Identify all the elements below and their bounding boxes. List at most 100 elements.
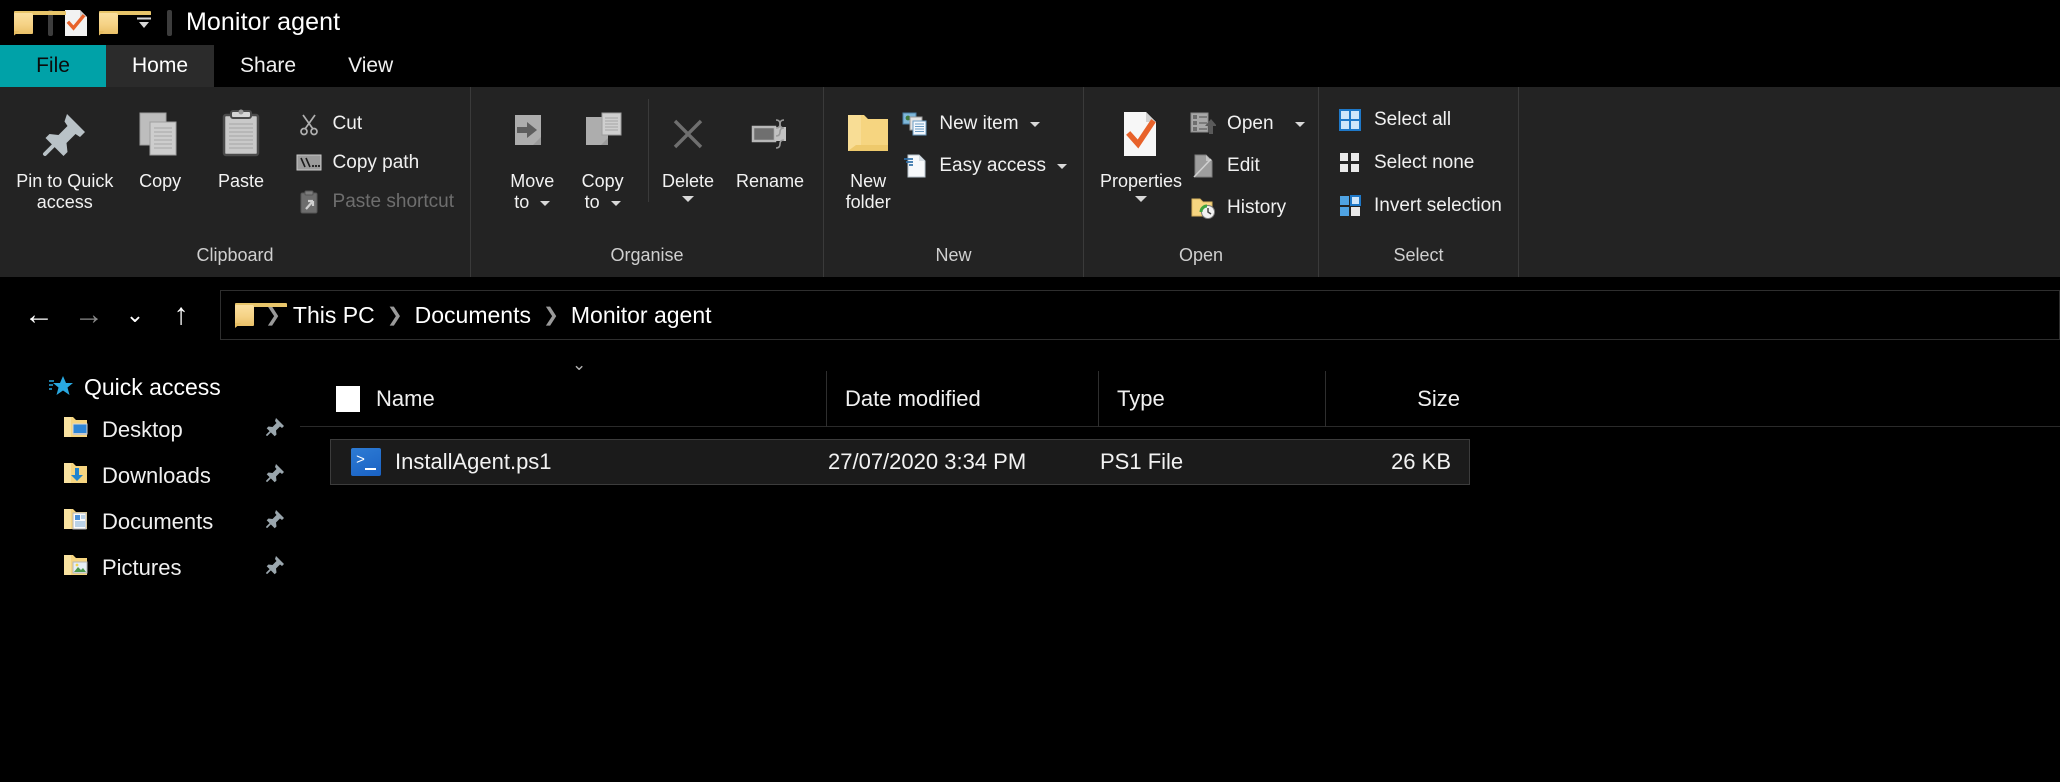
sidebar-item-quick-access[interactable]: Quick access [0, 367, 300, 407]
caret-down-icon [610, 200, 621, 206]
sidebar-item-pictures[interactable]: Pictures [0, 545, 300, 591]
breadcrumb-separator: ❯ [542, 304, 559, 326]
column-header-size[interactable]: Size [1326, 371, 1476, 427]
ribbon-group-label-clipboard: Clipboard [196, 245, 274, 265]
quick-access-folder-button[interactable] [8, 3, 66, 43]
pin-to-quick-access-button[interactable]: Pin to Quick access [10, 99, 120, 213]
properties-icon [65, 9, 87, 36]
cut-button[interactable]: Cut [290, 109, 460, 139]
ribbon-group-clipboard: Pin to Quick access Copy Paste Cut Copy … [0, 87, 470, 277]
select-none-label: Select none [1374, 152, 1475, 173]
file-name-label: InstallAgent.ps1 [395, 449, 552, 474]
title-bar: Monitor agent [0, 0, 2060, 45]
breadcrumb[interactable]: ❯ This PC ❯ Documents ❯ Monitor agent [220, 290, 2060, 340]
delete-button[interactable]: Delete [647, 99, 727, 202]
file-list-header: Name Date modified Type Size [300, 370, 2060, 427]
copy-path-icon [296, 150, 322, 176]
sidebar-item-label: Pictures [102, 555, 182, 580]
ribbon-tabstrip: File Home Share View [0, 45, 2060, 87]
edit-button[interactable]: Edit [1184, 151, 1310, 181]
edit-label: Edit [1227, 155, 1260, 176]
select-all-button[interactable]: Select all [1331, 105, 1508, 135]
folder-desktop-icon [62, 414, 90, 446]
tab-share[interactable]: Share [214, 45, 322, 87]
paste-shortcut-icon [296, 189, 322, 215]
open-button[interactable]: Open [1184, 109, 1310, 139]
ribbon-group-open: Properties Open Edit History Open [1083, 87, 1318, 277]
select-none-button[interactable]: Select none [1331, 148, 1508, 178]
column-header-name-label: Name [376, 385, 435, 411]
copy-path-button[interactable]: Copy path [290, 148, 460, 178]
new-item-icon [902, 111, 928, 137]
caret-down-icon [1029, 121, 1040, 127]
pin-icon[interactable] [264, 554, 286, 582]
move-to-button[interactable]: Move to [497, 99, 567, 213]
rename-button[interactable]: Rename [727, 99, 813, 192]
folder-pictures-icon [62, 552, 90, 584]
sidebar-item-documents[interactable]: Documents [0, 499, 300, 545]
invert-selection-button[interactable]: Invert selection [1331, 191, 1508, 221]
column-header-type[interactable]: Type [1099, 370, 1326, 427]
edit-icon [1190, 153, 1216, 179]
customize-quick-access-toolbar-button[interactable] [127, 3, 161, 43]
open-small-commands: Open Edit History [1184, 99, 1310, 223]
easy-access-icon [902, 153, 928, 179]
easy-access-button[interactable]: Easy access [896, 151, 1073, 181]
paste-button[interactable]: Paste [201, 99, 282, 192]
address-bar: ← → ⌄ ↑ ❯ This PC ❯ Documents ❯ Monitor … [0, 277, 2060, 353]
select-small-commands: Select all Select none Invert selection [1331, 99, 1508, 221]
history-label: History [1227, 197, 1287, 218]
ribbon-group-organise: Move to Copy to Delete Rename Organise [470, 87, 823, 277]
select-none-icon [1337, 150, 1363, 176]
pin-icon[interactable] [264, 508, 286, 536]
pin-icon[interactable] [264, 416, 286, 444]
column-header-date-modified[interactable]: Date modified [827, 370, 1099, 427]
recent-locations-button[interactable]: ⌄ [114, 290, 156, 340]
properties-button[interactable]: Properties [1100, 99, 1182, 202]
tab-file[interactable]: File [0, 45, 106, 87]
sidebar-item-label: Documents [102, 509, 214, 534]
back-button[interactable]: ← [14, 290, 64, 340]
quick-access-new-folder-button[interactable] [93, 3, 151, 43]
ribbon-group-select: Select all Select none Invert selection … [1318, 87, 1518, 277]
forward-button[interactable]: → [64, 290, 114, 340]
star-icon [49, 376, 73, 395]
move-to-icon [507, 105, 557, 163]
tab-view[interactable]: View [322, 45, 419, 87]
folder-downloads-icon [62, 460, 90, 492]
copy-to-button[interactable]: Copy to [567, 99, 637, 213]
breadcrumb-item-documents[interactable]: Documents [407, 302, 539, 329]
breadcrumb-item-monitor-agent[interactable]: Monitor agent [563, 302, 720, 329]
paste-icon [215, 105, 267, 163]
easy-access-label: Easy access [939, 155, 1046, 176]
caret-down-icon [540, 200, 551, 206]
ribbon-group-label-select: Select [1393, 245, 1444, 265]
pin-icon[interactable] [264, 462, 286, 490]
delete-label: Delete [661, 171, 715, 191]
file-date-cell: 27/07/2020 3:34 PM [828, 449, 1027, 474]
table-row[interactable]: > InstallAgent.ps1 27/07/2020 3:34 PM PS… [330, 439, 1470, 485]
history-button[interactable]: History [1184, 193, 1310, 223]
quick-access-properties-button[interactable] [59, 3, 93, 43]
breadcrumb-item-this-pc[interactable]: This PC [285, 302, 383, 329]
copy-label: Copy [139, 171, 182, 191]
column-header-name[interactable]: Name [300, 370, 827, 427]
sidebar-item-downloads[interactable]: Downloads [0, 453, 300, 499]
up-button[interactable]: ↑ [156, 290, 206, 340]
select-all-checkbox[interactable] [336, 385, 360, 412]
caret-down-icon [1057, 163, 1067, 169]
new-folder-button[interactable]: New folder [842, 99, 894, 213]
new-item-button[interactable]: New item [896, 109, 1073, 139]
copy-icon [134, 105, 186, 163]
folder-icon [99, 10, 151, 35]
sidebar-item-label: Downloads [102, 463, 211, 488]
caret-down-icon [682, 196, 694, 202]
tab-home[interactable]: Home [106, 45, 215, 87]
ribbon-group-label-organise: Organise [610, 245, 684, 265]
copy-button[interactable]: Copy [120, 99, 201, 192]
window-title: Monitor agent [186, 8, 341, 36]
paste-shortcut-button[interactable]: Paste shortcut [290, 187, 460, 217]
ribbon-group-new: New folder New item Easy access New [823, 87, 1083, 277]
invert-selection-label: Invert selection [1374, 195, 1502, 216]
sidebar-item-desktop[interactable]: Desktop [0, 407, 300, 453]
